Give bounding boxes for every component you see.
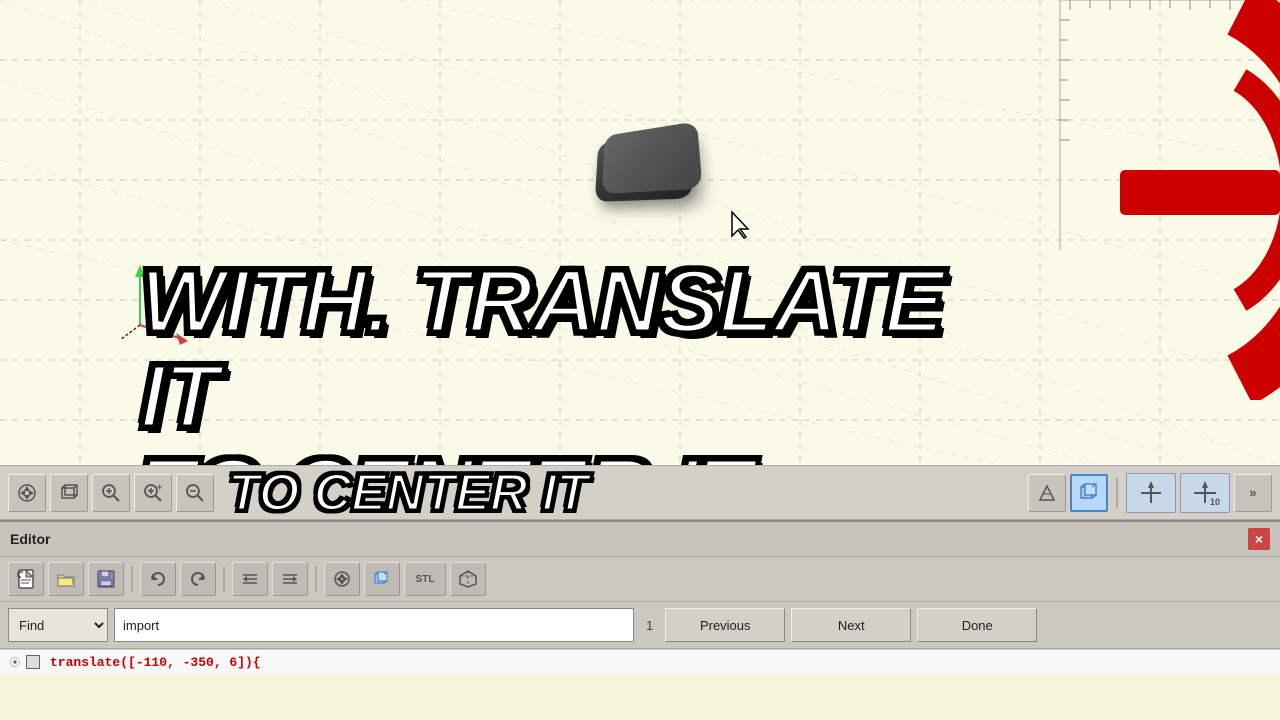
export-3d-button[interactable] (450, 562, 486, 596)
redo-button[interactable] (180, 562, 216, 596)
cursor-arrow (730, 210, 754, 245)
view-cube-button[interactable] (1070, 474, 1108, 512)
more-button[interactable]: » (1234, 474, 1272, 512)
axis-num-button[interactable]: 10 (1180, 473, 1230, 513)
zoom-in-button[interactable]: + (134, 474, 172, 512)
code-bullet: ⦿ (10, 654, 20, 670)
export-stl-button[interactable]: STL (404, 562, 446, 596)
find-count: 1 (640, 618, 659, 633)
editor-close-button[interactable]: × (1248, 528, 1270, 550)
axis-indicator: Z (120, 265, 180, 335)
editor-panel: Editor × STL (0, 520, 1280, 674)
ed-sep3 (315, 566, 317, 592)
indent-less-button[interactable] (232, 562, 268, 596)
code-text: translate([-110, -350, 6]){ (50, 655, 261, 670)
ed-sep1 (131, 566, 133, 592)
find-select[interactable]: Find (8, 608, 108, 642)
axis-left-button[interactable] (1126, 473, 1176, 513)
red-logo (1060, 0, 1280, 400)
red-logo-svg (1060, 0, 1280, 400)
render-button[interactable] (364, 562, 400, 596)
next-button[interactable]: Next (791, 608, 911, 642)
toolbar-sep (1116, 478, 1118, 508)
overlay-line2: TO CENTER IT (140, 444, 1020, 465)
viewport: Z WITH. TRANSLATE IT TO CENTER IT (0, 0, 1280, 465)
find-bar: Find 1 Previous Next Done (0, 602, 1280, 649)
view-angle-button[interactable] (1028, 474, 1066, 512)
svg-text:Z: Z (144, 266, 151, 280)
new-file-button[interactable] (8, 562, 44, 596)
indent-more-button[interactable] (272, 562, 308, 596)
toolbar-right: 10 » (1028, 473, 1272, 513)
ed-sep2 (223, 566, 225, 592)
view-all-button[interactable] (8, 474, 46, 512)
zoom-search-button[interactable] (92, 474, 130, 512)
previous-button[interactable]: Previous (665, 608, 785, 642)
code-line: ⦿ translate([-110, -350, 6]){ (0, 649, 1280, 674)
3d-object (595, 130, 694, 202)
axis-svg: Z (120, 265, 190, 345)
svg-text:+: + (157, 482, 162, 492)
overlay-text: WITH. TRANSLATE IT TO CENTER IT (140, 255, 1020, 465)
svg-text:10: 10 (1210, 497, 1220, 507)
find-input[interactable] (114, 608, 634, 642)
editor-title: Editor (10, 531, 50, 547)
code-icon (26, 655, 40, 669)
editor-titlebar: Editor × (0, 522, 1280, 557)
main-toolbar: + TO CENTER IT 10 » (0, 465, 1280, 520)
zoom-out-button[interactable] (176, 474, 214, 512)
overlay-line1: WITH. TRANSLATE IT (140, 255, 1020, 444)
preview-button[interactable] (324, 562, 360, 596)
done-button[interactable]: Done (917, 608, 1037, 642)
save-file-button[interactable] (88, 562, 124, 596)
undo-button[interactable] (140, 562, 176, 596)
editor-toolbar: STL (0, 557, 1280, 602)
toolbar-text-overflow: TO CENTER IT (218, 463, 1024, 523)
open-file-button[interactable] (48, 562, 84, 596)
view-3d-button[interactable] (50, 474, 88, 512)
